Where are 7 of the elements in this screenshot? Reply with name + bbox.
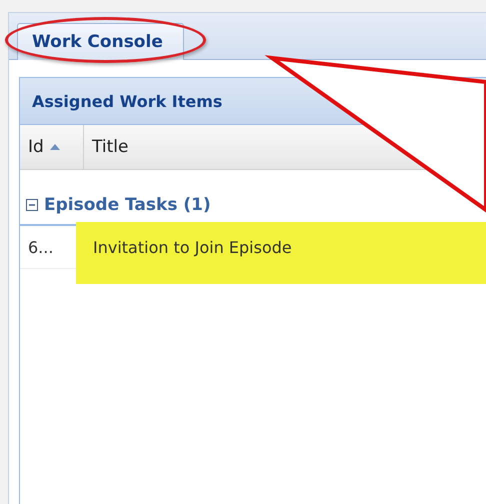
column-header[interactable]: Title	[84, 125, 136, 169]
table-cell-text: Invitation to Join Episode	[92, 238, 292, 256]
tab[interactable]: Work Console	[17, 23, 184, 60]
column-header[interactable]: Id	[20, 125, 84, 169]
group-label: Episode Tasks (1)	[44, 195, 211, 215]
collapse-icon[interactable]	[26, 199, 38, 211]
table-cell-text: 6...	[27, 238, 54, 256]
